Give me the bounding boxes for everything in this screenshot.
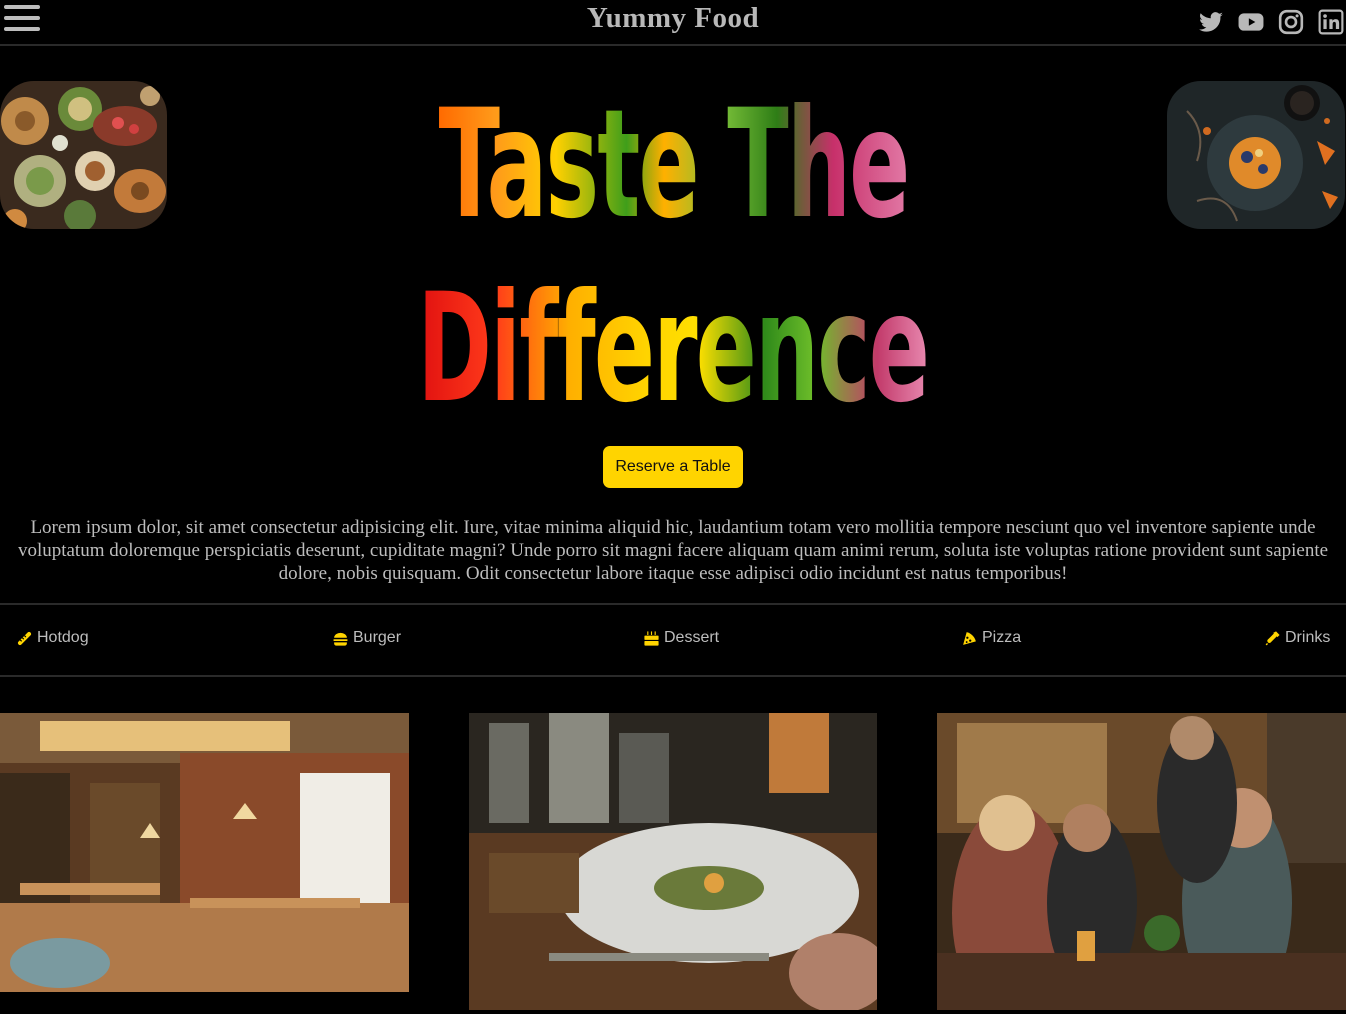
youtube-icon[interactable]: [1238, 9, 1264, 35]
dining-guests-image: [937, 713, 1346, 1010]
cake-icon: [644, 630, 659, 646]
category-label: Hotdog: [37, 629, 89, 646]
top-navigation-bar: Yummy Food: [0, 0, 1346, 46]
hero-description: Lorem ipsum dolor, sit amet consectetur …: [17, 517, 1329, 584]
burger-icon: [333, 632, 348, 646]
category-label: Dessert: [664, 629, 720, 646]
bottle-icon: [1265, 630, 1280, 645]
category-drinks[interactable]: Drinks: [1264, 629, 1330, 647]
hotdog-icon: [17, 631, 32, 645]
hero-headline-line-1: Taste The: [0, 90, 1346, 240]
linkedin-icon[interactable]: [1318, 9, 1344, 35]
reserve-table-button[interactable]: Reserve a Table: [603, 446, 743, 488]
category-label: Burger: [353, 629, 402, 646]
social-links: [1198, 9, 1344, 35]
category-hotdog[interactable]: Hotdog: [16, 629, 89, 647]
hero-headline-text-2: Difference: [417, 262, 931, 436]
plated-dish-image: [469, 713, 877, 1010]
twitter-icon[interactable]: [1198, 9, 1224, 35]
restaurant-interior-image: [0, 713, 409, 992]
instagram-icon[interactable]: [1278, 9, 1304, 35]
hero-headline-text-1: Taste The: [438, 78, 910, 252]
pizza-icon: [963, 631, 976, 645]
brand-title: Yummy Food: [586, 2, 760, 34]
hero-headline-line-2: Difference: [0, 274, 1346, 424]
category-label: Pizza: [982, 629, 1022, 646]
category-burger[interactable]: Burger: [332, 629, 401, 647]
category-label: Drinks: [1285, 629, 1331, 646]
category-bar: Hotdog Burger Dessert Pizza Drinks: [0, 603, 1346, 677]
category-pizza[interactable]: Pizza: [961, 629, 1021, 647]
category-dessert[interactable]: Dessert: [643, 629, 719, 647]
